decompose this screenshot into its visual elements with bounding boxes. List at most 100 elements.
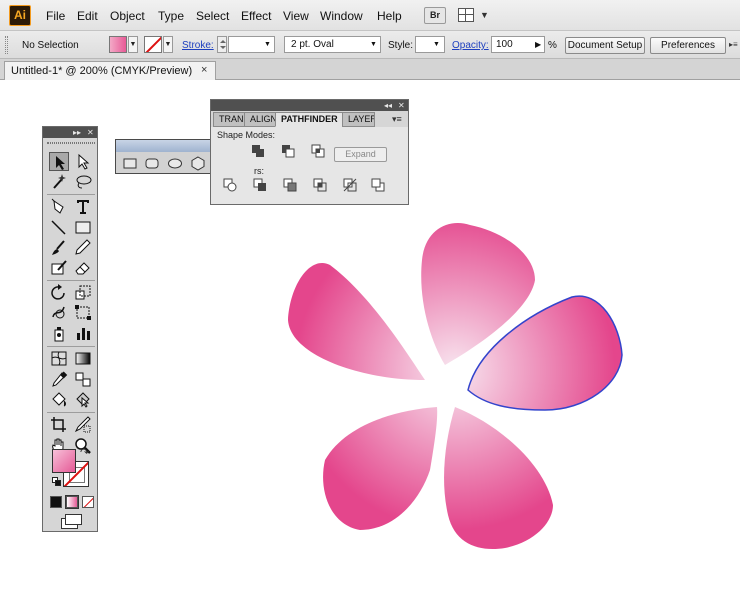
graphic-style-swatch[interactable]	[415, 36, 445, 53]
menu-object[interactable]: Object	[110, 9, 145, 23]
petal-top-left[interactable]	[288, 263, 425, 380]
collapse-icon[interactable]: ◂◂	[384, 100, 392, 111]
menu-file[interactable]: File	[46, 9, 65, 23]
minus-front-button[interactable]	[281, 144, 295, 158]
fill-color-swatch[interactable]	[109, 36, 127, 53]
chevron-right-icon[interactable]: ▶	[535, 40, 541, 49]
close-icon[interactable]: ✕	[87, 127, 94, 138]
mesh-tool[interactable]	[49, 349, 69, 368]
trim-button[interactable]	[253, 178, 267, 192]
menu-type[interactable]: Type	[158, 9, 184, 23]
pencil-tool[interactable]	[73, 238, 93, 257]
chevron-down-icon: ▼	[370, 41, 377, 48]
petal-bottom-right[interactable]	[444, 407, 553, 550]
chevron-down-icon: ▼	[264, 41, 271, 48]
stroke-color-swatch[interactable]	[144, 36, 162, 53]
illustrator-logo: Ai	[9, 5, 31, 26]
pen-tool[interactable]	[49, 197, 69, 216]
color-mode-button[interactable]	[50, 496, 62, 508]
slice-tool[interactable]	[73, 415, 93, 434]
preferences-button[interactable]: Preferences	[650, 37, 726, 54]
stroke-label-link[interactable]: Stroke:	[182, 40, 214, 51]
ellipse-tool[interactable]	[166, 154, 184, 172]
polygon-tool[interactable]	[189, 154, 207, 172]
selection-tool[interactable]	[49, 152, 69, 171]
intersect-button[interactable]	[311, 144, 325, 158]
gradient-tool[interactable]	[73, 349, 93, 368]
swap-fill-stroke-icon[interactable]: ↷	[80, 446, 89, 459]
rectangle-tool[interactable]	[121, 154, 139, 172]
close-icon[interactable]: ×	[201, 64, 207, 76]
line-icon	[51, 220, 66, 235]
blob-brush-tool[interactable]	[49, 258, 69, 277]
live-paint-selection-icon	[76, 392, 90, 408]
magic-wand-icon	[53, 174, 66, 189]
pathfinder-panel: ◂◂ ✕ TRAN ALIGN PATHFINDER LAYER ▾≡ Shap…	[210, 99, 409, 205]
document-tab-strip: Untitled-1* @ 200% (CMYK/Preview) ×	[0, 59, 740, 80]
rounded-rectangle-tool[interactable]	[143, 154, 161, 172]
none-mode-button[interactable]	[82, 496, 94, 508]
rotate-tool[interactable]	[49, 283, 69, 302]
rectangle-tool[interactable]	[73, 218, 93, 237]
menu-effect[interactable]: Effect	[241, 9, 271, 23]
eraser-tool[interactable]	[73, 258, 93, 277]
type-tool[interactable]	[73, 197, 93, 216]
document-setup-button[interactable]: Document Setup	[565, 37, 645, 54]
fill-dropdown-arrow[interactable]: ▼	[128, 36, 138, 53]
slice-icon	[74, 416, 91, 433]
tab-align[interactable]: ALIGN	[244, 112, 276, 127]
brush-definition-dropdown[interactable]: 2 pt. Oval	[284, 36, 381, 53]
arrange-documents-button[interactable]: ▼	[458, 8, 492, 24]
free-transform-tool[interactable]	[73, 303, 93, 322]
paintbrush-tool[interactable]	[49, 238, 69, 257]
minus-back-button[interactable]	[371, 178, 385, 192]
crop-area-tool[interactable]	[49, 415, 69, 434]
magic-wand-tool[interactable]	[49, 172, 69, 191]
bridge-button[interactable]: Br	[424, 7, 446, 24]
column-graph-tool[interactable]	[73, 324, 93, 343]
menu-window[interactable]: Window	[320, 9, 363, 23]
merge-button[interactable]	[283, 178, 297, 192]
eyedropper-tool[interactable]	[49, 370, 69, 389]
warp-tool[interactable]	[49, 303, 69, 322]
stroke-dropdown-arrow[interactable]: ▼	[163, 36, 173, 53]
gradient-mode-button[interactable]	[65, 495, 79, 509]
collapse-icon[interactable]: ▸▸	[73, 127, 81, 138]
menu-help[interactable]: Help	[377, 9, 402, 23]
close-icon[interactable]: ✕	[398, 100, 405, 111]
pathfinder-panel-titlebar[interactable]: ◂◂ ✕	[211, 100, 408, 111]
line-segment-tool[interactable]	[49, 218, 69, 237]
panel-menu-icon[interactable]: ▾≡	[392, 114, 402, 125]
opacity-label-link[interactable]: Opacity:	[452, 40, 489, 51]
menu-bar: Ai File Edit Object Type Select Effect V…	[0, 0, 740, 31]
menu-view[interactable]: View	[283, 9, 309, 23]
tools-panel-titlebar[interactable]: ▸▸ ✕	[43, 127, 97, 138]
tab-transform[interactable]: TRAN	[213, 112, 245, 127]
outline-button[interactable]	[343, 178, 357, 192]
scale-tool[interactable]	[73, 283, 93, 302]
direct-selection-tool[interactable]	[73, 152, 93, 171]
stroke-weight-spinner[interactable]	[217, 36, 227, 53]
live-paint-bucket-tool[interactable]	[49, 390, 69, 409]
screen-mode-button[interactable]	[61, 514, 82, 529]
tools-panel-grip[interactable]	[47, 142, 95, 144]
divide-button[interactable]	[223, 178, 237, 192]
menu-edit[interactable]: Edit	[77, 9, 98, 23]
menu-select[interactable]: Select	[196, 9, 229, 23]
document-tab[interactable]: Untitled-1* @ 200% (CMYK/Preview) ×	[4, 61, 216, 80]
control-panel-menu-icon[interactable]: ▸≡	[729, 40, 739, 51]
petal-bottom-left[interactable]	[323, 407, 438, 530]
lasso-tool[interactable]	[73, 172, 93, 191]
blend-tool[interactable]	[73, 370, 93, 389]
expand-button[interactable]: Expand	[334, 147, 387, 162]
symbol-sprayer-tool[interactable]	[49, 324, 69, 343]
tab-layers[interactable]: LAYER	[342, 112, 375, 127]
unite-button[interactable]	[251, 144, 265, 158]
live-paint-selection-tool[interactable]	[73, 390, 93, 409]
crop-button[interactable]	[313, 178, 327, 192]
column-graph-icon	[77, 328, 90, 340]
fill-color-box[interactable]	[52, 449, 76, 473]
control-bar-grip[interactable]	[5, 36, 8, 54]
tab-pathfinder[interactable]: PATHFINDER	[275, 112, 343, 127]
default-fill-stroke-icon[interactable]	[52, 477, 61, 486]
